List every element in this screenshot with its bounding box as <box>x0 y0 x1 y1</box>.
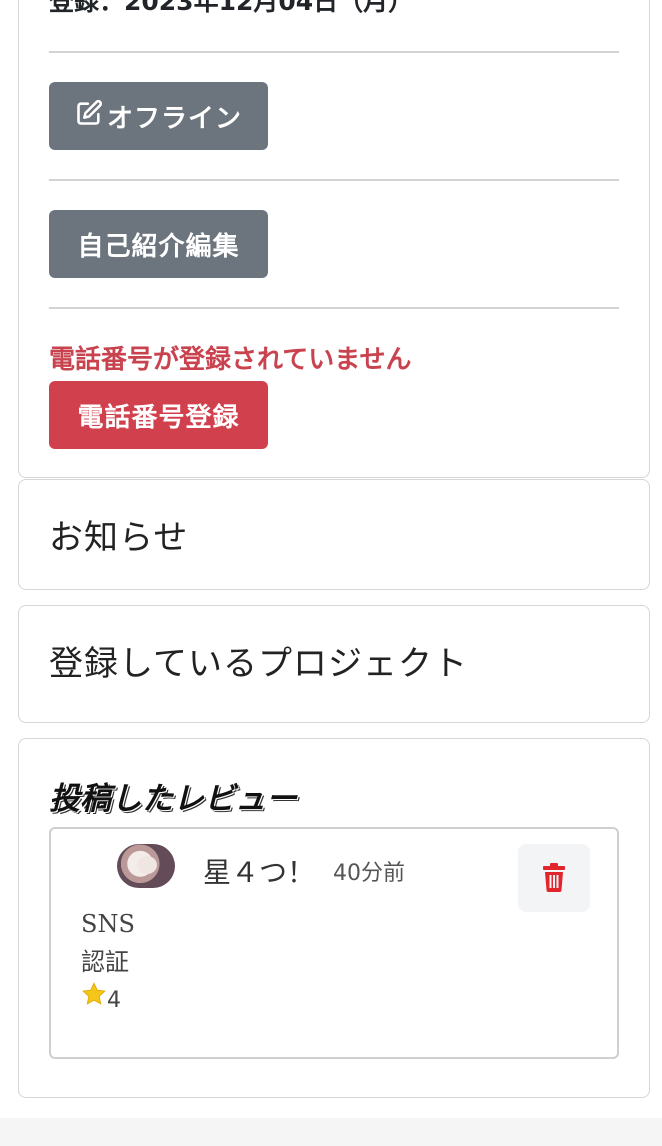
avatar <box>117 844 175 888</box>
rating-value: 4 <box>107 987 121 1013</box>
trash-icon <box>541 862 567 895</box>
profile-card: 登録：2023年12月04日（月） オフライン 自己紹介編集 電話番号が登録され… <box>18 0 650 478</box>
projects-title: 登録しているプロジェクト <box>49 644 468 684</box>
offline-button[interactable]: オフライン <box>49 82 268 150</box>
review-body-line: 認証 <box>81 948 129 976</box>
review-title: 星４つ！ <box>203 856 316 889</box>
reviews-title: 投稿したレビュー <box>49 781 297 817</box>
delete-review-button[interactable] <box>518 844 590 912</box>
phone-register-button[interactable]: 電話番号登録 <box>49 381 268 449</box>
review-body: SNS 認証 4 <box>81 905 135 1020</box>
review-body-line: SNS <box>81 910 135 938</box>
edit-intro-button[interactable]: 自己紹介編集 <box>49 210 268 278</box>
review-rating: 4 <box>81 981 135 1020</box>
divider <box>49 179 619 181</box>
divider <box>49 51 619 53</box>
reviews-card: 投稿したレビュー 星４つ！ 40分前 SNS 認証 4 <box>18 738 650 1098</box>
edit-icon <box>75 99 103 134</box>
news-card[interactable]: お知らせ <box>18 479 650 590</box>
star-icon <box>81 981 107 1020</box>
projects-card[interactable]: 登録しているプロジェクト <box>18 605 650 723</box>
bottom-bar <box>0 1118 662 1146</box>
news-title: お知らせ <box>49 518 189 558</box>
offline-label: オフライン <box>106 102 242 133</box>
registration-date: 登録：2023年12月04日（月） <box>49 0 414 16</box>
phone-warning: 電話番号が登録されていません <box>49 345 412 375</box>
review-time: 40分前 <box>333 861 405 886</box>
divider <box>49 307 619 309</box>
review-item[interactable]: 星４つ！ 40分前 SNS 認証 4 <box>49 827 619 1059</box>
